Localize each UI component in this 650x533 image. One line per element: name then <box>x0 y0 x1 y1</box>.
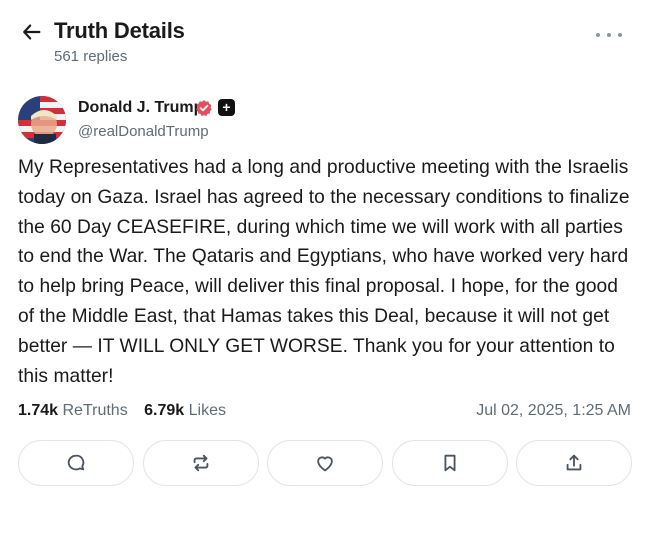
more-dot-icon <box>607 33 611 37</box>
more-dot-icon <box>596 33 600 37</box>
plus-badge-icon: + <box>218 99 235 116</box>
share-button[interactable] <box>516 440 632 486</box>
page-title: Truth Details <box>54 18 185 43</box>
post-stats: 1.74k ReTruths 6.79k Likes <box>18 402 238 420</box>
heart-icon <box>317 456 333 472</box>
reply-count: 561 replies <box>54 48 128 65</box>
more-options-button[interactable] <box>596 28 622 42</box>
bookmark-icon <box>444 454 455 472</box>
arrow-left-icon <box>23 24 41 40</box>
likes-label: Likes <box>188 402 227 419</box>
action-bar <box>18 440 632 488</box>
avatar-image <box>18 96 66 144</box>
repost-icon <box>193 454 208 472</box>
retruths-stat[interactable]: 1.74k ReTruths <box>18 402 128 419</box>
more-dot-icon <box>618 33 622 37</box>
likes-stat[interactable]: 6.79k Likes <box>144 402 226 419</box>
reply-button[interactable] <box>18 440 134 486</box>
bookmark-button[interactable] <box>391 440 508 486</box>
author-name[interactable]: Donald J. Trump <box>78 99 203 117</box>
share-icon <box>566 454 582 471</box>
likes-count: 6.79k <box>144 402 185 419</box>
like-button[interactable] <box>267 440 383 486</box>
avatar[interactable] <box>18 96 66 144</box>
post-timestamp: Jul 02, 2025, 1:25 AM <box>476 402 631 419</box>
retruths-count: 1.74k <box>18 402 59 419</box>
author-handle[interactable]: @realDonaldTrump <box>78 123 209 140</box>
post-body: My Representatives had a long and produc… <box>18 157 630 387</box>
comment-icon <box>67 454 85 471</box>
retruth-button[interactable] <box>142 440 259 486</box>
page-header: Truth Details 561 replies <box>0 0 650 80</box>
retruths-label: ReTruths <box>62 402 128 419</box>
verified-badge-icon <box>196 100 212 117</box>
back-button[interactable] <box>18 18 46 46</box>
